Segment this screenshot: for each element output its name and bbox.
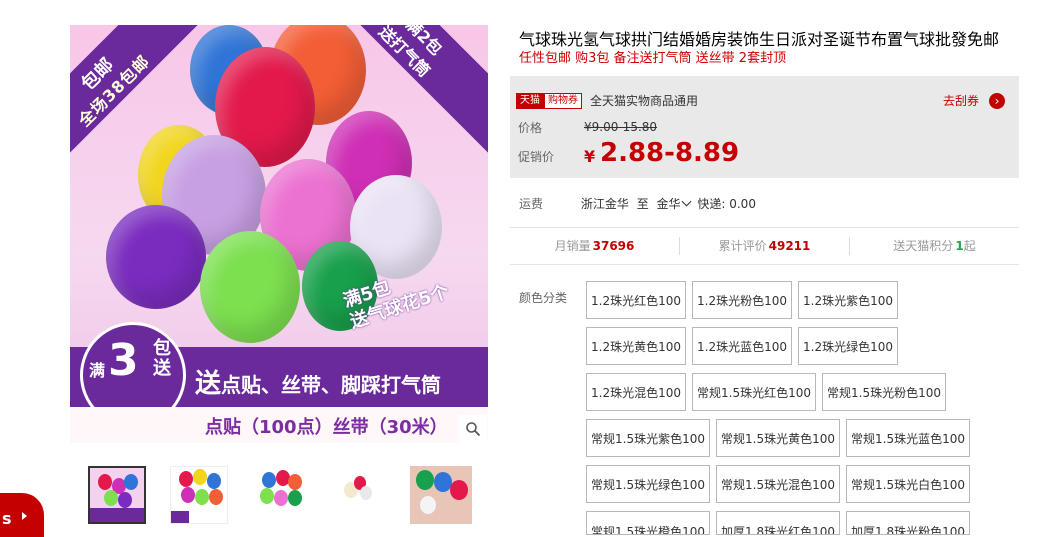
sku-option[interactable]: 1.2珠光混色100 [586, 373, 686, 411]
review-count-label: 累计评价 [718, 239, 767, 253]
sku-option[interactable]: 常规1.5珠光红色100 [692, 373, 816, 411]
shipping-to-word: 至 [636, 197, 649, 211]
stats-row: 月销量 37696 累计评价 49211 送天猫积分 1起 [510, 237, 1019, 255]
sku-option[interactable]: 加厚1.8珠光红色100 [716, 511, 840, 535]
monthly-sales-value: 37696 [592, 239, 635, 253]
shipping-from: 浙江金华 [580, 197, 629, 211]
promo-band: 满 3 包送 送点贴、丝带、脚踩打气筒 [70, 322, 488, 428]
thumbnail-strip [88, 466, 488, 526]
monthly-sales: 月销量 37696 [510, 237, 680, 255]
shipping-to: 金华 [656, 197, 681, 211]
shipping-row: 运费 浙江金华 至 金华 快递: 0.00 [519, 195, 756, 212]
product-subtitle: 任性包邮 购3包 备注送打气筒 送丝带 2套封顶 [519, 51, 787, 66]
main-product-image[interactable]: 包邮 全场38包邮 满2包 送打气筒 满5包 送气球花5个 满 3 包送 送点贴… [70, 25, 488, 443]
coupon-text: 全天猫实物商品通用 [590, 94, 699, 108]
original-price-label: 价格 [518, 121, 543, 135]
tmall-points-value: 1 [955, 239, 964, 253]
sku-option[interactable]: 常规1.5珠光白色100 [846, 465, 970, 503]
review-count[interactable]: 累计评价 49211 [680, 237, 850, 255]
thumbnail-3[interactable] [252, 466, 310, 524]
badge-right-text: 包送 [153, 338, 171, 379]
play-icon [22, 512, 27, 520]
ribbon-left-line2: 全场38包邮 [74, 51, 154, 131]
sku-option[interactable]: 常规1.5珠光黄色100 [716, 419, 840, 457]
band-line-rest: 点贴、丝带、脚踩打气筒 [221, 373, 442, 397]
thumbnail-1[interactable] [88, 466, 146, 524]
promo-price-label: 促销价 [518, 150, 555, 164]
sku-option[interactable]: 常规1.5珠光蓝色100 [846, 419, 970, 457]
review-count-value: 49211 [768, 239, 811, 253]
sku-option[interactable]: 1.2珠光绿色100 [798, 327, 898, 365]
promo-footer-text: 点贴（100点）丝带（30米） [205, 417, 448, 438]
promo-price-value: 2.88-8.89 [600, 138, 740, 168]
tmall-points-label: 送天猫积分 [893, 239, 954, 253]
get-coupon-label: 去刮券 [942, 94, 979, 108]
badge-big-number: 3 [108, 335, 139, 386]
cart-edge-text: s [2, 509, 12, 528]
sku-option[interactable]: 1.2珠光红色100 [586, 281, 686, 319]
shipping-label: 运费 [519, 197, 544, 211]
coupon-tag: 购物券 [544, 92, 582, 109]
original-price-value: ¥9.00-15.80 [584, 120, 658, 134]
sku-option[interactable]: 1.2珠光黄色100 [586, 327, 686, 365]
sku-option[interactable]: 加厚1.8珠光粉色100 [846, 511, 970, 535]
sku-option[interactable]: 常规1.5珠光粉色100 [822, 373, 946, 411]
coupon-row: 天猫 购物券 全天猫实物商品通用 [516, 92, 698, 109]
thumbnail-4[interactable] [334, 466, 392, 524]
floating-cart-button[interactable]: s [0, 493, 44, 537]
price-panel: 天猫 购物券 全天猫实物商品通用 去刮券 › 价格 ¥9.00-15.80 促销价… [510, 76, 1019, 178]
sku-option[interactable]: 常规1.5珠光绿色100 [586, 465, 710, 503]
badge-small-text: 满 [89, 361, 106, 380]
sku-option[interactable]: 1.2珠光紫色100 [798, 281, 898, 319]
thumbnail-5[interactable] [410, 466, 472, 524]
sku-option[interactable]: 常规1.5珠光橙色100 [586, 511, 710, 535]
sku-label: 颜色分类 [519, 291, 568, 305]
band-line-prefix: 送 [195, 369, 222, 399]
chevron-right-icon: › [989, 92, 1005, 109]
chevron-down-icon [681, 196, 691, 207]
sku-option[interactable]: 1.2珠光蓝色100 [692, 327, 792, 365]
divider [510, 227, 1019, 228]
monthly-sales-label: 月销量 [554, 239, 591, 253]
band-line: 送点贴、丝带、脚踩打气筒 [195, 363, 441, 400]
sku-option[interactable]: 常规1.5珠光紫色100 [586, 419, 710, 457]
promo-footer: 点贴（100点）丝带（30米） [70, 407, 488, 443]
thumbnail-2[interactable] [170, 466, 228, 524]
sku-option[interactable]: 1.2珠光粉色100 [692, 281, 792, 319]
tmall-points: 送天猫积分 1起 [850, 237, 1019, 255]
sku-option[interactable]: 常规1.5珠光混色100 [716, 465, 840, 503]
shipping-express: 快递: 0.00 [697, 197, 756, 211]
magnifier-icon[interactable] [459, 415, 487, 443]
shipping-destination[interactable]: 金华 [656, 196, 694, 211]
get-coupon-link[interactable]: 去刮券 › [943, 92, 1005, 109]
divider [510, 264, 1019, 265]
currency-symbol: ¥ [584, 147, 596, 166]
tmall-tag: 天猫 [516, 92, 544, 109]
tmall-points-suffix: 起 [963, 239, 976, 253]
